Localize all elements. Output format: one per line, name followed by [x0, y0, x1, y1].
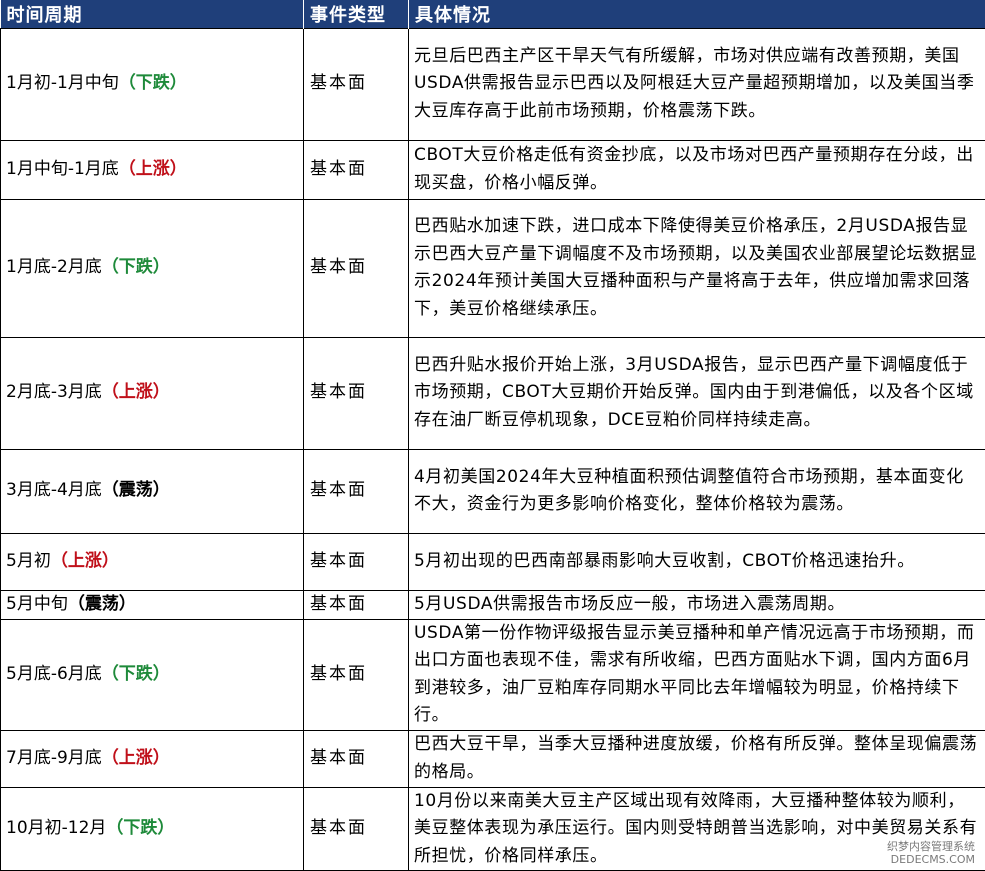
type-cell: 基本面	[304, 533, 409, 590]
period-text: 3月底-4月底	[6, 480, 102, 500]
table-row: 5月中旬（震荡） 基本面 5月USDA供需报告市场反应一般，市场进入震荡周期。	[1, 590, 985, 619]
detail-cell: 元旦后巴西主产区干旱天气有所缓解，市场对供应端有改善预期，美国USDA供需报告显…	[409, 28, 985, 140]
table-row: 1月中旬-1月底（上涨） 基本面 CBOT大豆价格走低有资金抄底，以及市场对巴西…	[1, 140, 985, 199]
events-table: 时间周期 事件类型 具体情况 1月初-1月中旬（下跌） 基本面 元旦后巴西主产区…	[0, 0, 985, 871]
table-row: 1月底-2月底（下跌） 基本面 巴西贴水加速下跌，进口成本下降使得美豆价格承压，…	[1, 199, 985, 337]
detail-cell: 4月初美国2024年大豆种植面积预估调整值符合市场预期，基本面变化不大，资金行为…	[409, 449, 985, 533]
trend-label: （上涨）	[102, 748, 170, 768]
period-text: 2月底-3月底	[6, 382, 102, 402]
type-cell: 基本面	[304, 449, 409, 533]
period-cell: 2月底-3月底（上涨）	[1, 337, 304, 449]
type-cell: 基本面	[304, 619, 409, 730]
trend-label: （震荡）	[68, 594, 136, 614]
type-cell: 基本面	[304, 199, 409, 337]
detail-cell: 巴西升贴水报价开始上涨，3月USDA报告，显示巴西产量下调幅度低于市场预期，CB…	[409, 337, 985, 449]
trend-label: （下跌）	[102, 664, 170, 684]
detail-cell: 巴西大豆干旱，当季大豆播种进度放缓，价格有所反弹。整体呈现偏震荡的格局。	[409, 730, 985, 787]
type-cell: 基本面	[304, 337, 409, 449]
type-cell: 基本面	[304, 730, 409, 787]
watermark: 织梦内容管理系统 DEDECMS.COM	[887, 840, 975, 866]
table-row: 3月底-4月底（震荡） 基本面 4月初美国2024年大豆种植面积预估调整值符合市…	[1, 449, 985, 533]
period-text: 5月底-6月底	[6, 664, 102, 684]
table-row: 5月底-6月底（下跌） 基本面 USDA第一份作物评级报告显示美豆播种和单产情况…	[1, 619, 985, 730]
detail-cell: 5月初出现的巴西南部暴雨影响大豆收割，CBOT价格迅速抬升。	[409, 533, 985, 590]
period-text: 1月底-2月底	[6, 257, 102, 277]
trend-label: （下跌）	[102, 257, 170, 277]
detail-cell: USDA第一份作物评级报告显示美豆播种和单产情况远高于市场预期，而出口方面也表现…	[409, 619, 985, 730]
trend-label: （下跌）	[106, 818, 174, 838]
header-period: 时间周期	[1, 0, 304, 28]
period-cell: 1月中旬-1月底（上涨）	[1, 140, 304, 199]
detail-cell: 5月USDA供需报告市场反应一般，市场进入震荡周期。	[409, 590, 985, 619]
detail-cell: 巴西贴水加速下跌，进口成本下降使得美豆价格承压，2月USDA报告显示巴西大豆产量…	[409, 199, 985, 337]
period-cell: 1月底-2月底（下跌）	[1, 199, 304, 337]
type-cell: 基本面	[304, 28, 409, 140]
period-cell: 3月底-4月底（震荡）	[1, 449, 304, 533]
trend-label: （上涨）	[51, 551, 119, 571]
detail-cell: CBOT大豆价格走低有资金抄底，以及市场对巴西产量预期存在分歧，出现买盘，价格小…	[409, 140, 985, 199]
period-cell: 5月底-6月底（下跌）	[1, 619, 304, 730]
period-text: 5月中旬	[6, 594, 68, 614]
type-cell: 基本面	[304, 140, 409, 199]
trend-label: （上涨）	[119, 159, 187, 179]
period-text: 10月初-12月	[6, 818, 106, 838]
table-row: 7月底-9月底（上涨） 基本面 巴西大豆干旱，当季大豆播种进度放缓，价格有所反弹…	[1, 730, 985, 787]
table-row: 1月初-1月中旬（下跌） 基本面 元旦后巴西主产区干旱天气有所缓解，市场对供应端…	[1, 28, 985, 140]
period-cell: 10月初-12月（下跌）	[1, 787, 304, 871]
period-cell: 7月底-9月底（上涨）	[1, 730, 304, 787]
type-cell: 基本面	[304, 590, 409, 619]
type-cell: 基本面	[304, 787, 409, 871]
table-row: 10月初-12月（下跌） 基本面 10月份以来南美大豆主产区域出现有效降雨，大豆…	[1, 787, 985, 871]
trend-label: （上涨）	[102, 382, 170, 402]
period-text: 5月初	[6, 551, 51, 571]
period-text: 7月底-9月底	[6, 748, 102, 768]
period-cell: 5月初（上涨）	[1, 533, 304, 590]
trend-label: （震荡）	[102, 480, 170, 500]
period-text: 1月初-1月中旬	[6, 73, 119, 93]
table-row: 5月初（上涨） 基本面 5月初出现的巴西南部暴雨影响大豆收割，CBOT价格迅速抬…	[1, 533, 985, 590]
table-header-row: 时间周期 事件类型 具体情况	[1, 0, 985, 28]
period-cell: 5月中旬（震荡）	[1, 590, 304, 619]
watermark-line2: DEDECMS.COM	[887, 853, 975, 866]
trend-label: （下跌）	[119, 73, 187, 93]
period-text: 1月中旬-1月底	[6, 159, 119, 179]
header-type: 事件类型	[304, 0, 409, 28]
header-detail: 具体情况	[409, 0, 985, 28]
watermark-line1: 织梦内容管理系统	[887, 840, 975, 853]
table-row: 2月底-3月底（上涨） 基本面 巴西升贴水报价开始上涨，3月USDA报告，显示巴…	[1, 337, 985, 449]
period-cell: 1月初-1月中旬（下跌）	[1, 28, 304, 140]
